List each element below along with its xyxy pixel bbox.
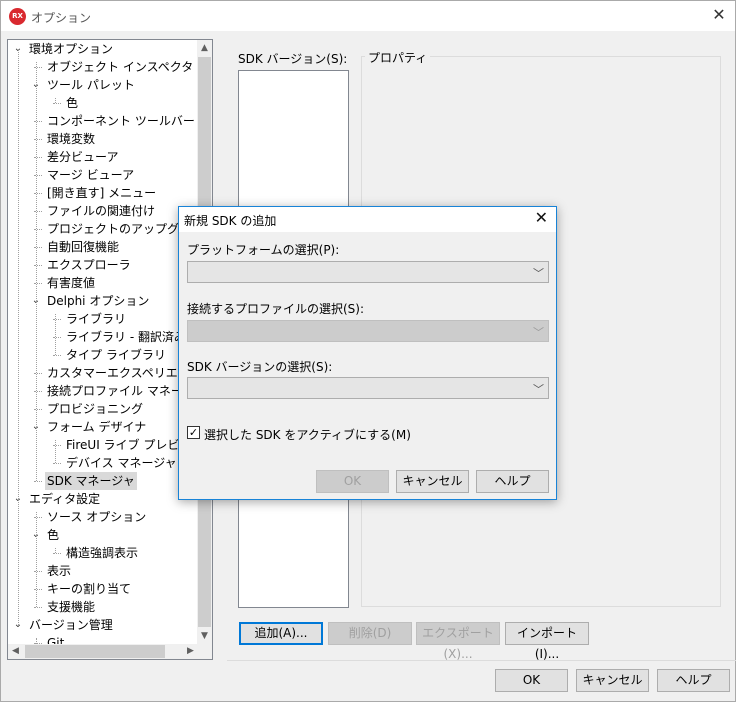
dialog-close-button[interactable]: ✕: [535, 210, 548, 226]
add-sdk-dialog: 新規 SDK の追加 ✕ プラットフォームの選択(P): ﹀ 接続するプロファイ…: [178, 206, 557, 500]
cancel-button[interactable]: キャンセル: [576, 669, 649, 692]
add-sdk-button[interactable]: 追加(A)...: [239, 622, 323, 645]
tree-hscroll-thumb[interactable]: [25, 645, 165, 658]
dialog-title: 新規 SDK の追加: [184, 214, 277, 228]
app-logo-icon: RX: [9, 8, 26, 25]
tree-item-label: 環境変数: [47, 132, 96, 146]
tree-item-label: 有害度値: [47, 276, 96, 290]
footer-separator: [227, 660, 736, 661]
tree-item-label: SDK マネージャ: [45, 472, 137, 490]
tree-item-label: フォーム デザイナ: [47, 420, 147, 434]
sdk-version-label: SDK バージョン(S):: [238, 52, 348, 66]
platform-combo[interactable]: ﹀: [187, 261, 549, 283]
tree-item-label: 自動回復機能: [47, 240, 120, 254]
window-title: オプション: [31, 11, 92, 25]
tree-item-label: ライブラリ: [66, 312, 127, 326]
import-sdk-button[interactable]: インポート(I)...: [505, 622, 589, 661]
tree-content: ⌄ 環境オプション オブジェクト インスペクタ ⌄ ツール パレット色コンポーネント ツ…: [8, 40, 198, 644]
tree-connector: [53, 103, 61, 104]
scroll-left-icon[interactable]: ◀: [8, 644, 23, 659]
profile-label: 接続するプロファイルの選択(S):: [187, 302, 365, 316]
title-bar: RX オプション ✕: [1, 1, 735, 31]
tree-item-label: プロジェクトのアップグレード: [47, 222, 198, 236]
tree-item-label: エクスプローラ: [47, 258, 131, 272]
chevron-down-icon: ﹀: [533, 326, 544, 339]
dialog-help-button[interactable]: ヘルプ: [476, 470, 549, 493]
scroll-corner: [197, 644, 212, 659]
tree-item-label: ファイルの関連付け: [47, 204, 156, 218]
properties-label: プロパティ: [365, 49, 431, 66]
tree-horizontal-scrollbar[interactable]: ◀ ▶: [8, 644, 198, 659]
tree-connector: [36, 512, 37, 607]
tree-item-label: [開き直す] メニュー: [47, 186, 157, 200]
dialog-cancel-button[interactable]: キャンセル: [396, 470, 469, 493]
tree-connector: [53, 463, 61, 464]
tree-item-label: バージョン管理: [29, 618, 113, 632]
tree-item-label: ライブラリ - 翻訳済み: [66, 330, 186, 344]
tree-connector: [34, 481, 42, 482]
tree-item-label: タイプ ライブラリ: [66, 348, 166, 362]
check-mark-icon: ✓: [188, 426, 199, 439]
tree-item-label: マージ ビューア: [47, 168, 135, 182]
tree-item-label: Delphi オプション: [47, 294, 150, 308]
tree-item-label: コンポーネント ツールバー: [47, 114, 195, 128]
tree-item-label: 環境オプション: [29, 42, 114, 56]
tree-item-label: 表示: [47, 564, 72, 578]
tree-connector: [55, 314, 56, 355]
tree-item-label: Git: [47, 636, 65, 644]
ok-button[interactable]: OK: [495, 669, 568, 692]
profile-combo[interactable]: ﹀: [187, 320, 549, 342]
activate-sdk-label: 選択した SDK をアクティブにする(M): [204, 428, 411, 442]
tree-item-label: ツール パレット: [47, 78, 135, 92]
delete-sdk-button[interactable]: 削除(D): [328, 622, 412, 645]
tree-connector: [36, 62, 37, 481]
tree-item-label: 支援機能: [47, 600, 96, 614]
tree-item-label: 差分ビューア: [47, 150, 119, 164]
tree-connector: [53, 355, 61, 356]
tree-item-label: 構造強調表示: [66, 546, 139, 560]
tree-item-label: オブジェクト インスペクタ: [47, 60, 194, 74]
tree-connector: [18, 49, 19, 625]
tree-item-label: ソース オプション: [47, 510, 147, 524]
tree-item-label: キーの割り当て: [47, 582, 132, 596]
chevron-down-icon: ﹀: [533, 383, 544, 396]
export-sdk-button[interactable]: エクスポート(X)...: [416, 622, 500, 661]
sdk-version-combo[interactable]: ﹀: [187, 377, 549, 399]
tree-connector: [53, 553, 61, 554]
tree-connector: [34, 607, 42, 608]
tree-item-label: 色: [47, 528, 60, 542]
sdk-version-select-label: SDK バージョンの選択(S):: [187, 360, 333, 374]
close-window-button[interactable]: ✕: [711, 7, 727, 23]
scroll-right-icon[interactable]: ▶: [183, 644, 198, 659]
dialog-ok-button[interactable]: OK: [316, 470, 389, 493]
platform-label: プラットフォームの選択(P):: [187, 243, 340, 257]
dialog-title-bar: 新規 SDK の追加 ✕: [179, 207, 556, 232]
tree-item-label: デバイス マネージャ: [66, 456, 177, 470]
tree-item-label: 接続プロファイル マネージャ: [47, 384, 198, 398]
tree-item-label: カスタマーエクスペリエンス プ: [47, 366, 198, 380]
scroll-up-icon[interactable]: ▲: [197, 40, 212, 56]
activate-sdk-checkbox[interactable]: ✓: [187, 426, 200, 439]
tree-item-label: 色: [66, 96, 79, 110]
tree-connector: [55, 440, 56, 463]
help-button[interactable]: ヘルプ: [657, 669, 730, 692]
scroll-down-icon[interactable]: ▼: [197, 628, 212, 644]
tree-connector: [55, 98, 56, 103]
chevron-down-icon: ﹀: [533, 267, 544, 280]
tree-item-label: プロビジョニング: [47, 402, 144, 416]
tree-connector: [55, 548, 56, 553]
tree-item-label: エディタ設定: [29, 492, 101, 506]
